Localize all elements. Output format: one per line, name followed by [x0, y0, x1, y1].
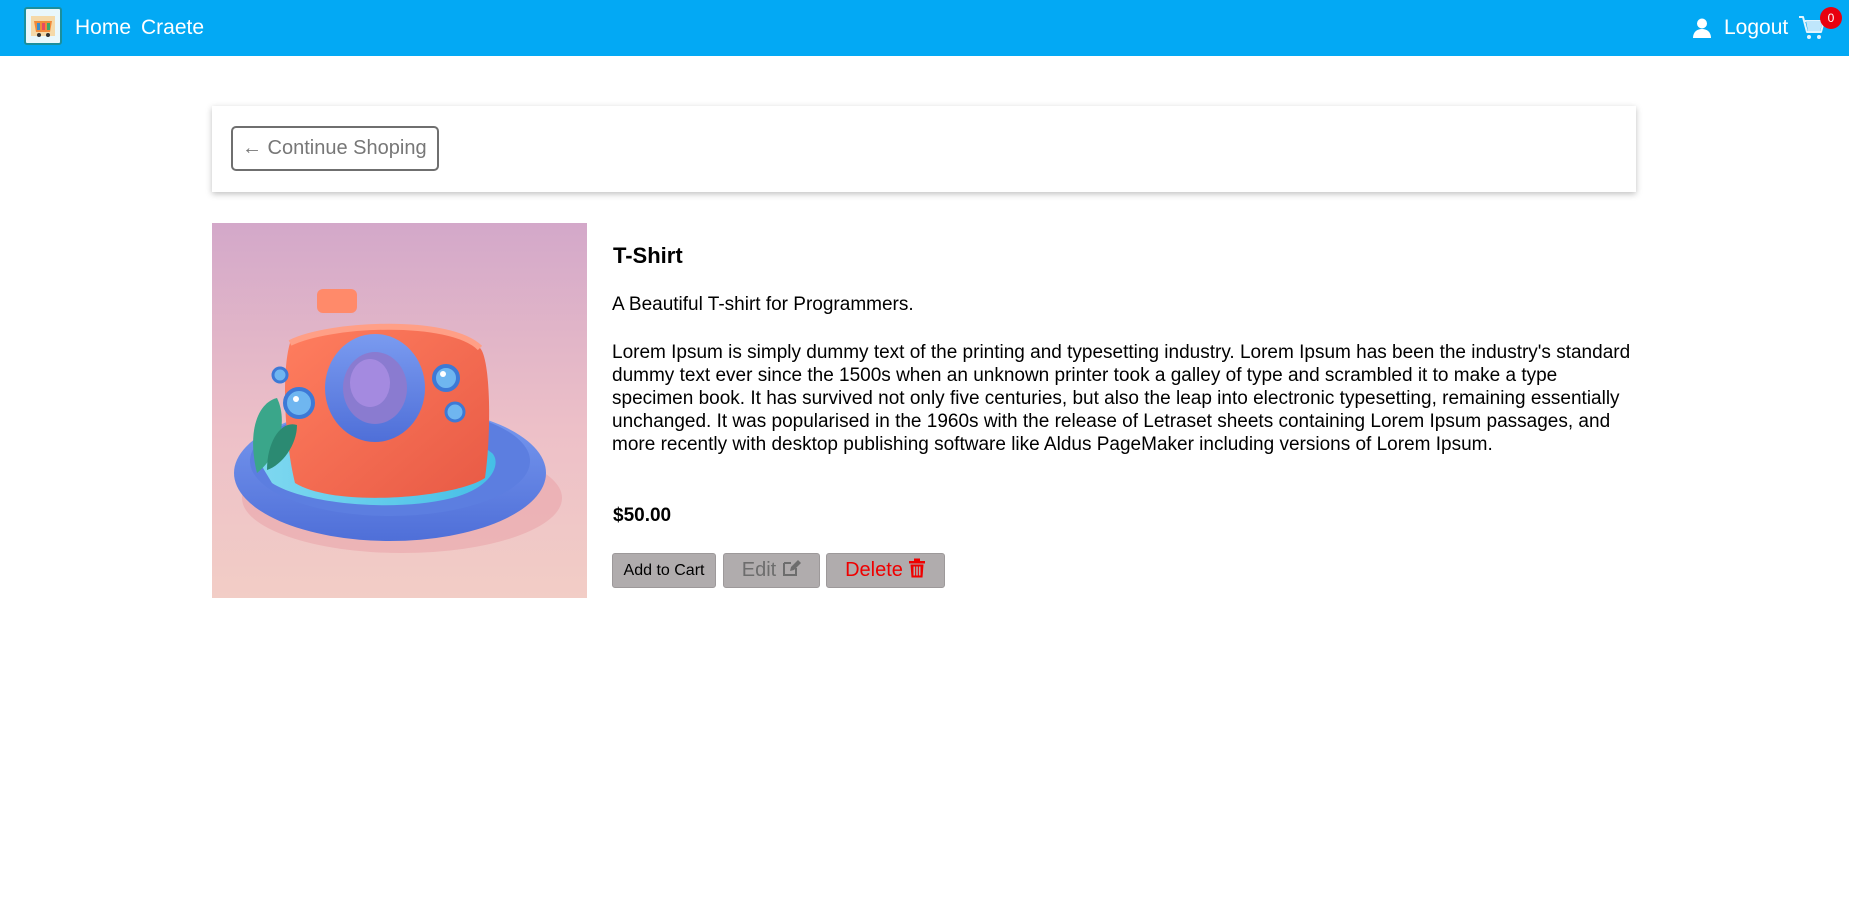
nav-create-link[interactable]: Craete [141, 14, 204, 42]
cart-count-badge: 0 [1820, 7, 1842, 29]
logout-button[interactable]: Logout [1691, 14, 1788, 42]
edit-icon [781, 558, 802, 584]
product-subtitle: A Beautiful T-shirt for Programmers. [612, 294, 914, 315]
product-image [212, 223, 587, 598]
edit-button[interactable]: Edit [723, 553, 820, 588]
user-icon [1691, 17, 1713, 39]
back-card: ← Continue Shoping [212, 106, 1636, 192]
product-description: Lorem Ipsum is simply dummy text of the … [612, 342, 1631, 455]
product-price: $50.00 [613, 505, 672, 526]
nav-home-link[interactable]: Home [75, 14, 131, 42]
logout-label: Logout [1724, 16, 1789, 39]
shop-logo-icon[interactable] [24, 7, 62, 45]
continue-shopping-button[interactable]: ← Continue Shoping [231, 126, 439, 171]
navbar: Home Craete Logout 0 [0, 0, 1849, 56]
trash-icon [908, 558, 926, 584]
edit-label: Edit [741, 559, 777, 581]
add-to-cart-label: Add to Cart [623, 561, 705, 579]
delete-label: Delete [845, 559, 903, 581]
delete-button[interactable]: Delete [826, 553, 945, 588]
add-to-cart-button[interactable]: Add to Cart [612, 553, 716, 588]
product-title: T-Shirt [613, 243, 683, 268]
